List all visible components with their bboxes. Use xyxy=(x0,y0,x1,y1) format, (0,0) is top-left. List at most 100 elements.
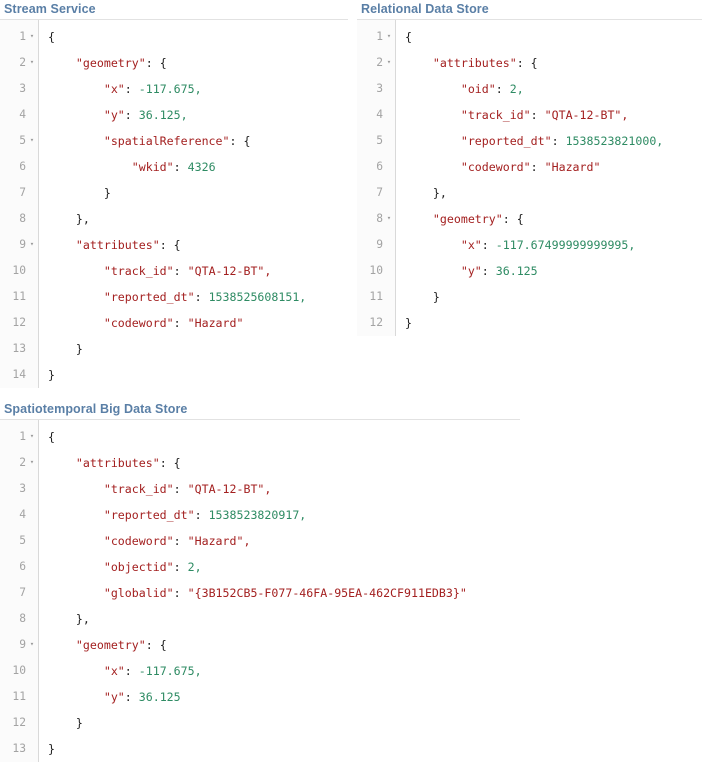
code-line-text: } xyxy=(48,180,111,206)
line-number: 11 xyxy=(12,290,26,303)
fold-collapse-icon[interactable]: ▾ xyxy=(26,49,38,75)
code-line-text: { xyxy=(48,424,55,450)
code-line: 6▾ "objectid": 2, xyxy=(0,554,520,580)
token-colon: : xyxy=(551,134,566,148)
fold-collapse-icon[interactable]: ▾ xyxy=(26,631,38,657)
code-line: 8 ▾ "geometry": { xyxy=(357,206,702,232)
token-colon: : xyxy=(502,212,517,226)
code-line-text: "x": -117.675, xyxy=(48,76,202,102)
code-rows-spatiotemporal-big-data-store: 1▾{2▾ "attributes": {3▾ "track_id": "QTA… xyxy=(0,424,520,762)
code-line: 5 ▾ "spatialReference": { xyxy=(0,128,348,154)
token-colon: : xyxy=(173,316,188,330)
fold-collapse-icon[interactable]: ▾ xyxy=(383,49,395,75)
token-num: 36.125 xyxy=(138,690,181,704)
token-colon: : xyxy=(516,56,531,70)
token-colon: : xyxy=(145,56,160,70)
code-viewer-spatiotemporal-big-data-store[interactable]: 1▾{2▾ "attributes": {3▾ "track_id": "QTA… xyxy=(0,420,520,762)
token-colon: : xyxy=(173,560,188,574)
code-line: 12▾} xyxy=(357,310,702,336)
line-number: 5 xyxy=(376,134,383,147)
code-line: 4▾ "y": 36.125, xyxy=(0,102,348,128)
token-colon: : xyxy=(173,534,188,548)
code-line-text: "geometry": { xyxy=(405,206,524,232)
panel-spatiotemporal-big-data-store: Spatiotemporal Big Data Store 1 ▾{2 ▾ "att… xyxy=(0,400,520,762)
token-key: "geometry" xyxy=(432,212,503,226)
code-line-text: { xyxy=(48,24,55,50)
fold-collapse-icon[interactable]: ▾ xyxy=(26,449,38,475)
line-number: 4 xyxy=(19,508,26,521)
code-line: 13▾} xyxy=(0,736,520,762)
code-line-text: "y": 36.125 xyxy=(405,258,538,284)
code-line: 6▾ "wkid": 4326 xyxy=(0,154,348,180)
code-line-text: } xyxy=(48,710,83,736)
line-number: 12 xyxy=(12,716,26,729)
line-number: 10 xyxy=(369,264,383,277)
fold-collapse-icon[interactable]: ▾ xyxy=(26,23,38,49)
fold-collapse-icon[interactable]: ▾ xyxy=(383,205,395,231)
fold-collapse-icon[interactable]: ▾ xyxy=(383,23,395,49)
token-num: -117.67499999999995, xyxy=(495,238,636,252)
token-key: "geometry" xyxy=(75,638,146,652)
token-punct: } xyxy=(405,316,412,330)
token-key: "codeword" xyxy=(460,160,531,174)
panel-title-spatiotemporal-big-data-store: Spatiotemporal Big Data Store xyxy=(4,402,188,416)
line-number: 7 xyxy=(19,586,26,599)
line-number: 5 xyxy=(19,134,26,147)
token-colon: : xyxy=(481,238,496,252)
code-line: 3▾ "oid": 2, xyxy=(357,76,702,102)
token-str: "{3B152CB5-F077-46FA-95EA-462CF911EDB3}" xyxy=(187,586,467,600)
token-str: "Hazard" xyxy=(187,316,244,330)
token-punct: }, xyxy=(75,612,90,626)
token-colon: : xyxy=(173,586,188,600)
code-line: 5▾ "codeword": "Hazard", xyxy=(0,528,520,554)
token-key: "attributes" xyxy=(432,56,517,70)
code-viewer-stream-service[interactable]: 1▾{2▾ "geometry": {3▾ "x": -117.675,4▾ "… xyxy=(0,20,348,388)
token-colon: : xyxy=(124,108,139,122)
line-number: 1 xyxy=(376,30,383,43)
code-line-text: }, xyxy=(48,606,90,632)
code-line: 11▾ "y": 36.125 xyxy=(0,684,520,710)
fold-collapse-icon[interactable]: ▾ xyxy=(26,423,38,449)
token-punct: { xyxy=(173,456,181,470)
code-line: 11▾ "reported_dt": 1538525608151, xyxy=(0,284,348,310)
fold-collapse-icon[interactable]: ▾ xyxy=(26,231,38,257)
code-line-text: "y": 36.125 xyxy=(48,684,181,710)
code-line-text: "reported_dt": 1538525608151, xyxy=(48,284,306,310)
token-num: 1538523821000, xyxy=(565,134,664,148)
token-num: 2, xyxy=(509,82,524,96)
code-line-text: "objectid": 2, xyxy=(48,554,202,580)
line-number: 2 xyxy=(19,456,26,469)
token-punct: } xyxy=(48,368,55,382)
token-key: "codeword" xyxy=(103,534,174,548)
token-num: 4326 xyxy=(187,160,216,174)
code-viewer-relational-data-store[interactable]: 1▾{2▾ "attributes": {3▾ "oid": 2,4▾ "tra… xyxy=(357,20,702,336)
token-punct: { xyxy=(516,212,524,226)
code-line: 2 ▾ "attributes": { xyxy=(357,50,702,76)
code-line: 10▾ "y": 36.125 xyxy=(357,258,702,284)
code-line-text: "codeword": "Hazard" xyxy=(48,310,244,336)
token-colon: : xyxy=(159,456,174,470)
token-colon: : xyxy=(495,82,510,96)
fold-collapse-icon[interactable]: ▾ xyxy=(26,127,38,153)
token-colon: : xyxy=(229,134,244,148)
token-key: "reported_dt" xyxy=(460,134,552,148)
code-line: 8▾ }, xyxy=(0,206,348,232)
line-number: 10 xyxy=(12,664,26,677)
token-key: "attributes" xyxy=(75,238,160,252)
code-line: 14▾} xyxy=(0,362,348,388)
token-str: "Hazard", xyxy=(187,534,251,548)
code-line: 12▾ } xyxy=(0,710,520,736)
code-line-text: "wkid": 4326 xyxy=(48,154,216,180)
